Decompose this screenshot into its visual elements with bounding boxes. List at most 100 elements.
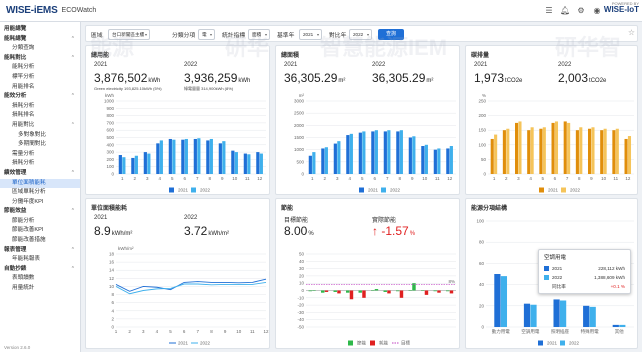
total-energy-chart: 01002003004005006007008009001000kWh1 2 3 4 5… (104, 93, 266, 193)
x-tick-label: 8 (208, 176, 211, 181)
sidebar-item[interactable]: 用能對比 ⌃ (0, 121, 80, 131)
bar (362, 131, 366, 174)
bar (399, 130, 403, 174)
y-tick-label: 200 (106, 157, 114, 162)
sidebar-item[interactable]: 節能改善KPI (0, 226, 80, 236)
sidebar-item[interactable]: 報表管理 ⌃ (0, 246, 80, 256)
y-tick-label: 20 (299, 273, 305, 278)
x-tick-label: 照明插座 (551, 328, 569, 335)
y-axis-unit: kWh (105, 93, 114, 98)
legend-swatch (191, 187, 196, 193)
chevron-up-icon[interactable]: ⌃ (71, 54, 75, 64)
version-label: Version 2.6.0 (4, 345, 31, 350)
bar (624, 138, 628, 174)
bar (358, 132, 362, 174)
bar (321, 290, 325, 293)
sidebar-item[interactable]: 用能排名 (0, 83, 80, 93)
y-tick-label: 800 (106, 113, 114, 118)
bar (433, 290, 437, 292)
bar (523, 303, 531, 327)
sidebar-item[interactable]: 表頭讀數 (0, 274, 80, 284)
compare-year-select[interactable]: 2022 ▾ (349, 28, 372, 40)
chevron-up-icon[interactable]: ⌃ (71, 246, 75, 256)
chevron-up-icon[interactable]: ⌃ (71, 169, 75, 179)
sidebar-item[interactable]: 損耗排名 (0, 111, 80, 121)
legend-label: 2021 (547, 341, 558, 346)
sidebar-item[interactable]: 年能耗報表 (0, 255, 80, 265)
sidebar-item[interactable]: 多期間對比 (0, 140, 80, 150)
y-tick-label: 1500 (294, 135, 305, 140)
x-tick-label: 12 (447, 176, 453, 181)
tooltip-row-ratio: 同比率 (552, 284, 566, 289)
bell-icon[interactable]: 🔔︎ (560, 6, 570, 16)
bar (312, 152, 316, 174)
bar (122, 157, 126, 174)
sidebar-item[interactable]: 多對象對比 (0, 131, 80, 141)
legend-label: 2022 (569, 341, 580, 346)
bar (589, 306, 596, 327)
sidebar-item[interactable]: 分類查詢 (0, 44, 80, 54)
category-select[interactable]: 電 ▾ (198, 28, 215, 40)
chevron-up-icon[interactable]: ⌃ (71, 92, 75, 102)
bar (449, 290, 454, 294)
sidebar-item[interactable]: 自動抄錶 ⌃ (0, 265, 80, 275)
y-tick-label: 16 (109, 260, 115, 265)
star-icon[interactable]: ☆ (628, 28, 635, 37)
metric-select[interactable]: 面積 ▾ (248, 28, 270, 40)
y-tick-label: 0 (301, 288, 304, 293)
bar (168, 138, 172, 174)
legend-label: 耗能 (379, 340, 388, 347)
sidebar-item[interactable]: 用量統計 (0, 284, 80, 294)
bar (527, 130, 531, 174)
y-tick-label: -20 (297, 303, 304, 308)
bar (321, 148, 325, 174)
legend-label: 2021 (178, 188, 189, 193)
settings-icon[interactable]: ⚙ (576, 6, 586, 16)
bar (181, 139, 185, 174)
legend-swatch (169, 187, 174, 193)
sidebar-item[interactable]: 損耗分析 (0, 159, 80, 169)
x-tick-label: 1 (121, 176, 124, 181)
bar (579, 127, 583, 174)
sidebar-item[interactable]: 能耗分析 (0, 63, 80, 73)
bar (374, 130, 378, 174)
y-tick-label: 40 (479, 282, 485, 287)
sidebar-item[interactable]: 需量分析 (0, 150, 80, 160)
app-name: ECOWatch (61, 7, 97, 14)
y-tick-label: 8 (111, 292, 114, 297)
sidebar-item[interactable]: 用能總覽 (0, 25, 80, 35)
legend-label: 2022 (200, 341, 211, 346)
sidebar-item[interactable]: 單位面積能耗 (0, 178, 80, 189)
y-tick-label: 300 (106, 150, 114, 155)
sidebar-item[interactable]: 節能分析 (0, 217, 80, 227)
sidebar-item[interactable]: 區域單耗分析 (0, 188, 80, 198)
chevron-up-icon[interactable]: ⌃ (71, 207, 75, 217)
list-icon[interactable]: ☰ (544, 6, 554, 16)
base-year-select[interactable]: 2021 ▾ (299, 28, 322, 40)
sidebar-item[interactable]: 標竿分析 (0, 73, 80, 83)
chevron-up-icon[interactable]: ⌃ (71, 121, 75, 131)
legend-swatch (538, 340, 543, 346)
x-tick-label: 10 (422, 176, 428, 181)
bar (588, 128, 592, 174)
chevron-up-icon[interactable]: ⌃ (71, 265, 75, 275)
sidebar-item[interactable]: 能效分析 ⌃ (0, 92, 80, 102)
bar (358, 290, 362, 293)
y-tick-label: 50 (481, 157, 487, 162)
bar (259, 153, 263, 174)
sidebar-item[interactable]: 節能改善措施 (0, 236, 80, 246)
x-tick-label: 9 (221, 176, 224, 181)
bar (396, 131, 400, 174)
chevron-up-icon[interactable]: ⌃ (71, 35, 75, 45)
sidebar-item[interactable]: 能耗總覽 ⌃ (0, 35, 80, 45)
sidebar-item[interactable]: 節能效益 ⌃ (0, 207, 80, 217)
x-tick-label: 7 (197, 329, 200, 334)
sidebar-item[interactable]: 能耗對比 ⌃ (0, 54, 80, 64)
sidebar-item[interactable]: 分攤年度KPI (0, 198, 80, 208)
sidebar-item[interactable]: 損耗分析 (0, 102, 80, 112)
sidebar-item[interactable]: 績效管理 ⌃ (0, 169, 80, 179)
query-button[interactable]: 查詢 (378, 28, 404, 40)
tooltip-value-ratio: +0.1 % (610, 284, 625, 289)
user-icon[interactable]: ◉ (592, 6, 602, 16)
area-select[interactable]: 台口新聞區主樓 ▾ (108, 28, 150, 40)
